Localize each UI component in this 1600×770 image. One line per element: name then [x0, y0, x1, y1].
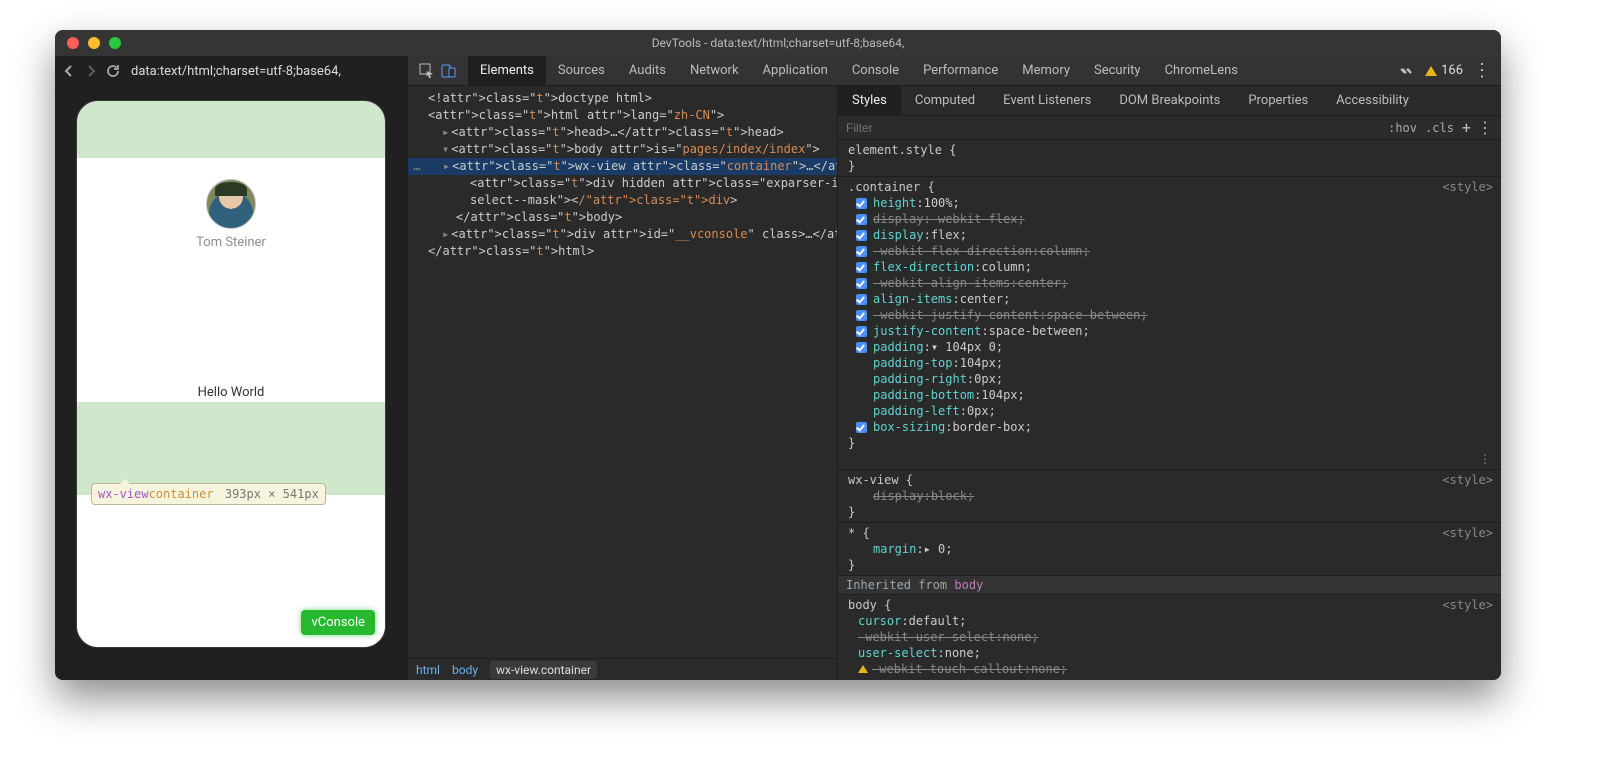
css-declaration[interactable]: height: 100%; [848, 195, 1493, 211]
tab-elements[interactable]: Elements [468, 56, 546, 86]
cls-toggle[interactable]: .cls [1425, 121, 1454, 135]
tab-application[interactable]: Application [751, 56, 840, 86]
rule-universal: * {<style> margin: ▸ 0; } [838, 523, 1501, 576]
avatar-block: Tom Steiner [77, 179, 385, 250]
devtools-pane: ElementsSourcesAuditsNetworkApplicationC… [407, 56, 1501, 680]
warning-icon [1425, 66, 1437, 76]
css-declaration[interactable]: padding-top: 104px; [848, 355, 1493, 371]
titlebar[interactable]: DevTools - data:text/html;charset=utf-8;… [55, 30, 1501, 56]
tooltip-class: container [149, 487, 214, 501]
subtab-styles[interactable]: Styles [838, 86, 901, 116]
toggle-checkbox[interactable] [856, 246, 867, 257]
toggle-checkbox[interactable] [856, 422, 867, 433]
preview-pane: data:text/html;charset=utf-8;base64, Tom… [55, 56, 407, 680]
element-tooltip: wx-viewcontainer 393px × 541px [91, 483, 326, 505]
reload-icon[interactable] [105, 63, 121, 79]
hello-text: Hello World [77, 385, 385, 400]
toggle-checkbox[interactable] [856, 230, 867, 241]
css-declaration[interactable]: padding: ▾ 104px 0; [848, 339, 1493, 355]
elements-panel: <!attr">class="t">doctype html><attr">cl… [408, 86, 838, 680]
subtab-event-listeners[interactable]: Event Listeners [989, 86, 1105, 116]
styles-body[interactable]: element.style { } .container {<style> he… [838, 140, 1501, 680]
subtab-accessibility[interactable]: Accessibility [1322, 86, 1423, 116]
subtab-computed[interactable]: Computed [901, 86, 989, 116]
device-toggle-icon[interactable] [440, 62, 458, 80]
tab-memory[interactable]: Memory [1010, 56, 1082, 86]
tab-network[interactable]: Network [678, 56, 751, 86]
rule-wx-view: wx-view {<style> display: block; } [838, 470, 1501, 523]
css-declaration[interactable]: flex-direction: column; [848, 259, 1493, 275]
css-declaration[interactable]: align-items: center; [848, 291, 1493, 307]
maximize-button[interactable] [109, 37, 121, 49]
tab-sources[interactable]: Sources [546, 56, 617, 86]
devtools-window: DevTools - data:text/html;charset=utf-8;… [55, 30, 1501, 680]
toggle-checkbox[interactable] [856, 310, 867, 321]
dom-tree[interactable]: <!attr">class="t">doctype html><attr">cl… [408, 86, 837, 658]
warning-icon [858, 665, 868, 673]
toggle-checkbox[interactable] [856, 342, 867, 353]
crumb-html[interactable]: html [416, 663, 440, 677]
kebab-menu-icon[interactable]: ⋮ [1473, 62, 1491, 80]
toggle-checkbox[interactable] [856, 262, 867, 273]
subtab-properties[interactable]: Properties [1234, 86, 1322, 116]
subtab-dom-breakpoints[interactable]: DOM Breakpoints [1105, 86, 1234, 116]
crumb-body[interactable]: body [452, 663, 478, 677]
toggle-checkbox[interactable] [856, 326, 867, 337]
tab-performance[interactable]: Performance [911, 56, 1010, 86]
device-preview[interactable]: Tom Steiner Hello World wx-viewcontainer… [76, 100, 386, 648]
css-declaration[interactable]: cursor: default; [848, 613, 1493, 629]
css-declaration[interactable]: padding-right: 0px; [848, 371, 1493, 387]
back-icon[interactable] [61, 63, 77, 79]
css-declaration[interactable]: padding-left: 0px; [848, 403, 1493, 419]
rule-container: .container {<style> height: 100%;display… [838, 177, 1501, 470]
css-declaration[interactable]: display: flex; [848, 227, 1493, 243]
more-tabs-icon[interactable] [1397, 62, 1415, 80]
styles-panel: StylesComputedEvent ListenersDOM Breakpo… [838, 86, 1501, 680]
crumb-wx-view-container[interactable]: wx-view.container [490, 661, 597, 679]
css-declaration[interactable]: justify-content: space-between; [848, 323, 1493, 339]
forward-icon[interactable] [83, 63, 99, 79]
styles-subtabs: StylesComputedEvent ListenersDOM Breakpo… [838, 86, 1501, 116]
css-declaration[interactable]: padding-bottom: 104px; [848, 387, 1493, 403]
rule-body: body {<style> cursor: default;-webkit-us… [838, 595, 1501, 679]
inspect-icon[interactable] [418, 62, 436, 80]
breadcrumbs: html body wx-view.container [408, 658, 837, 680]
warnings-badge[interactable]: 166 [1425, 63, 1463, 78]
tab-audits[interactable]: Audits [617, 56, 678, 86]
css-declaration[interactable]: -webkit-user-select: none; [848, 629, 1493, 645]
hov-toggle[interactable]: :hov [1388, 121, 1417, 135]
rule-kebab-icon[interactable]: ⋮ [1479, 451, 1491, 467]
css-declaration[interactable]: display: -webkit-flex; [848, 211, 1493, 227]
toggle-checkbox[interactable] [856, 294, 867, 305]
tooltip-tag: wx-view [98, 487, 149, 501]
vconsole-button[interactable]: vConsole [301, 610, 375, 635]
css-declaration[interactable]: user-select: none; [848, 645, 1493, 661]
toggle-checkbox[interactable] [856, 198, 867, 209]
css-declaration[interactable]: -webkit-flex-direction: column; [848, 243, 1493, 259]
tab-security[interactable]: Security [1082, 56, 1153, 86]
toggle-checkbox[interactable] [856, 278, 867, 289]
url-text: data:text/html;charset=utf-8;base64, [131, 64, 341, 79]
css-declaration[interactable]: -webkit-align-items: center; [848, 275, 1493, 291]
close-button[interactable] [67, 37, 79, 49]
avatar [206, 179, 256, 229]
address-bar: data:text/html;charset=utf-8;base64, [55, 56, 407, 86]
styles-filter-row: :hov .cls + ⋮ [838, 116, 1501, 140]
window-title: DevTools - data:text/html;charset=utf-8;… [55, 36, 1501, 50]
traffic-lights [55, 37, 121, 49]
css-declaration[interactable]: -webkit-justify-content: space-between; [848, 307, 1493, 323]
css-declaration[interactable]: box-sizing: border-box; [848, 419, 1493, 435]
tab-console[interactable]: Console [840, 56, 911, 86]
styles-filter-input[interactable] [846, 121, 1380, 135]
css-declaration[interactable]: -webkit-touch-callout: none; [848, 661, 1493, 677]
minimize-button[interactable] [88, 37, 100, 49]
avatar-name: Tom Steiner [196, 235, 266, 250]
new-rule-icon[interactable]: + [1462, 118, 1471, 137]
inherited-from-bar: Inherited from body [838, 576, 1501, 595]
main-tabs: ElementsSourcesAuditsNetworkApplicationC… [408, 56, 1501, 86]
tab-chromelens[interactable]: ChromeLens [1153, 56, 1250, 86]
styles-kebab-icon[interactable]: ⋮ [1477, 120, 1493, 136]
toggle-checkbox[interactable] [856, 214, 867, 225]
rule-element-style: element.style { } [838, 140, 1501, 177]
